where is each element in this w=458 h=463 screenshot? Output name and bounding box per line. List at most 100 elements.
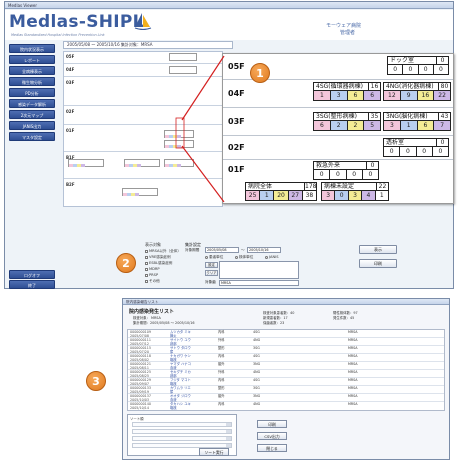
mini-unit[interactable]	[169, 66, 197, 74]
sidebar: 院内状況表示 レポート 全病棟表示 微生物分析 PD分析 感染データ解析 2次元…	[7, 42, 59, 289]
floor-row[interactable]: B1F	[64, 153, 222, 179]
zoom-floor-row: 03F 3SG(整形病棟) 35 6225 3NG(脳化病棟) 43 3167	[223, 107, 453, 135]
mini-unit[interactable]	[68, 159, 104, 167]
checkbox[interactable]	[145, 249, 148, 253]
close-button[interactable]: 閉じる	[257, 444, 287, 452]
table-row[interactable]: 0000000137 オオタ ジロウ 2005/10/03 脳外 3NG MRSA 血液	[128, 394, 444, 402]
mini-unit[interactable]	[164, 140, 194, 148]
radio[interactable]	[265, 255, 268, 259]
condition-memo[interactable]	[219, 261, 299, 279]
date-separator: 〜	[241, 248, 245, 252]
display-button[interactable]: 表示	[359, 245, 397, 254]
report-titlebar: 院内感染報告リスト	[123, 299, 449, 305]
mini-unit[interactable]	[164, 130, 194, 138]
check-item[interactable]: MDRP	[145, 267, 160, 271]
unit-box[interactable]: 透析室 0 0000	[383, 138, 449, 157]
target-organism-input[interactable]: MRSA	[219, 280, 299, 286]
report-window: 院内感染報告リスト 院内感染発生リスト 検査対象： MRSA 集計期間：2005…	[122, 298, 450, 460]
mini-unit[interactable]	[122, 188, 158, 196]
check-item[interactable]: ESBL感染症例	[145, 261, 172, 266]
radio[interactable]	[235, 255, 238, 259]
floor-label: 02F	[228, 143, 245, 152]
date-from-input[interactable]: 2005/05/08	[205, 247, 239, 253]
print-button[interactable]: 印刷	[359, 259, 397, 268]
check-item[interactable]: MRSA以外（全体）	[145, 249, 181, 254]
floor-label: 01F	[228, 165, 245, 174]
floor-row[interactable]: 02F	[64, 107, 222, 125]
checkbox[interactable]	[145, 255, 148, 259]
checkbox[interactable]	[145, 279, 148, 283]
table-row[interactable]: 0000000111 サイトウ ユウ 2005/07/12 外科 4NG MRSA 創部	[128, 338, 444, 346]
zoom-floor-row: 02F 透析室 0 0000	[223, 135, 453, 159]
table-row[interactable]: 0000000109 ムツカタ ミキ 2005/07/08 内科 4SG MRSA 肺炎	[128, 330, 444, 338]
set-button[interactable]: 設定	[205, 262, 218, 268]
exit-button[interactable]: 終了	[9, 280, 55, 289]
sidebar-item-microbe[interactable]: 微生物分析	[9, 77, 55, 86]
check-item[interactable]: PRSP	[145, 273, 158, 277]
sidebar-item-all-wards[interactable]: 全病棟表示	[9, 66, 55, 75]
sidebar-item-2d-map[interactable]: 2次元マップ	[9, 110, 55, 119]
date-to-input[interactable]: 2005/10/16	[247, 247, 281, 253]
sort-dropdown[interactable]	[132, 436, 232, 441]
sidebar-item-pd[interactable]: PD分析	[9, 88, 55, 97]
logoff-button[interactable]: ログオフ	[9, 270, 55, 279]
radio-item[interactable]: JANIS	[265, 255, 278, 259]
options-panel: 表示対象 MRSA以外（全体） VRE感染症例 ESBL感染症例 MDRP PR…	[145, 240, 315, 288]
check-item[interactable]: その他	[145, 279, 160, 284]
table-row[interactable]: 0000000121 ヤマダ ハナコ 2005/08/11 脳外 3NG MRSA 血液	[128, 362, 444, 370]
radio[interactable]	[205, 255, 208, 259]
chevron-down-icon	[226, 423, 231, 426]
sidebar-item-analysis[interactable]: 感染データ解析	[9, 99, 55, 108]
table-row[interactable]: 0000000118 ナカガワ ケン 2005/08/02 内科 4SG MRSA 喀痰	[128, 354, 444, 362]
sidebar-item-hospital-view[interactable]: 院内状況表示	[9, 44, 55, 53]
report-footer: ソート順 ソート実行 印刷 CSV出力 閉じる	[127, 414, 445, 458]
floor-row[interactable]: 05F	[64, 52, 222, 64]
clear-button[interactable]: クリア	[205, 270, 218, 276]
floor-row[interactable]: 03F	[64, 78, 222, 106]
user-name: 管理者	[339, 30, 355, 36]
checkbox[interactable]	[145, 261, 148, 265]
callout-badge-1: 1	[250, 63, 270, 83]
checkbox[interactable]	[145, 267, 148, 271]
report-summary: 保菌者数：23	[263, 321, 285, 325]
floor-row[interactable]: 01F	[64, 126, 222, 152]
condition-box: 集計設定 対象期間 2005/05/08 〜 2005/10/16 患者単位 検…	[185, 240, 305, 288]
unit-box[interactable]: 病棟未設定 22 30341	[321, 182, 389, 201]
table-row[interactable]: 0000000129 フジタ マコト 2005/09/07 内科 4SG MRSA 喀痰	[128, 378, 444, 386]
hospital-name: モーウェア病院	[325, 23, 361, 29]
floor-row[interactable]: B2F	[64, 180, 222, 206]
mini-unit[interactable]	[169, 53, 197, 61]
table-row[interactable]: 0000000140 タカハシ ユキ 2005/10/14 内科 4NG MRSA 喀痰	[128, 402, 444, 410]
sidebar-item-report[interactable]: レポート	[9, 55, 55, 64]
table-row[interactable]: 0000000115 サトウ タロウ 2005/07/20 整形 3SG MRSA 尿	[128, 346, 444, 354]
table-row[interactable]: 0000000125 セキグチ ミカ 2005/08/25 外科 4NG MRSA 創部	[128, 370, 444, 378]
mini-unit[interactable]	[164, 159, 194, 167]
table-row[interactable]: 0000000133 カワムラ リエ 2005/09/19 整形 3SG MRSA 尿	[128, 386, 444, 394]
radio-item[interactable]: 検体単位	[235, 255, 253, 260]
check-item[interactable]: VRE感染症例	[145, 255, 171, 260]
chevron-down-icon	[226, 444, 231, 447]
sort-dropdown[interactable]	[132, 422, 232, 427]
sidebar-item-master[interactable]: マスタ設定	[9, 132, 55, 141]
unit-box[interactable]: 救急外来 0 0000	[313, 161, 379, 180]
unit-box[interactable]: 3NG(脳化病棟) 43 3167	[383, 112, 451, 131]
csv-export-button[interactable]: CSV出力	[257, 432, 287, 440]
chevron-down-icon	[226, 437, 231, 440]
zoom-floor-row: 01F 救急外来 0 0000 病院全体 178 25 1 20 27 38 病棟未設定 22…	[223, 159, 453, 204]
unit-box[interactable]: 4SG(循環器病棟) 16 1366	[313, 82, 381, 101]
unit-box[interactable]: 4NG(消化器病棟) 80 12 9 16 22	[383, 82, 451, 101]
floor-row[interactable]: 04F	[64, 65, 222, 77]
report-print-button[interactable]: 印刷	[257, 420, 287, 428]
sidebar-item-janis[interactable]: JANIS出力	[9, 121, 55, 130]
sort-dropdown[interactable]	[132, 429, 232, 434]
unit-box[interactable]: 3SG(整形病棟) 35 6225	[313, 112, 381, 131]
sail-logo-icon	[134, 13, 152, 30]
unit-box[interactable]: ドック室 0 0000	[387, 56, 449, 75]
radio-item[interactable]: 患者単位	[205, 255, 223, 260]
sort-run-button[interactable]: ソート実行	[199, 448, 229, 456]
chevron-down-icon	[226, 430, 231, 433]
mini-unit[interactable]	[124, 159, 160, 167]
unit-box[interactable]: 病院全体 178 25 1 20 27 38	[245, 182, 317, 201]
checkbox[interactable]	[145, 273, 148, 277]
report-heading: 院内感染発生リスト	[129, 309, 175, 315]
